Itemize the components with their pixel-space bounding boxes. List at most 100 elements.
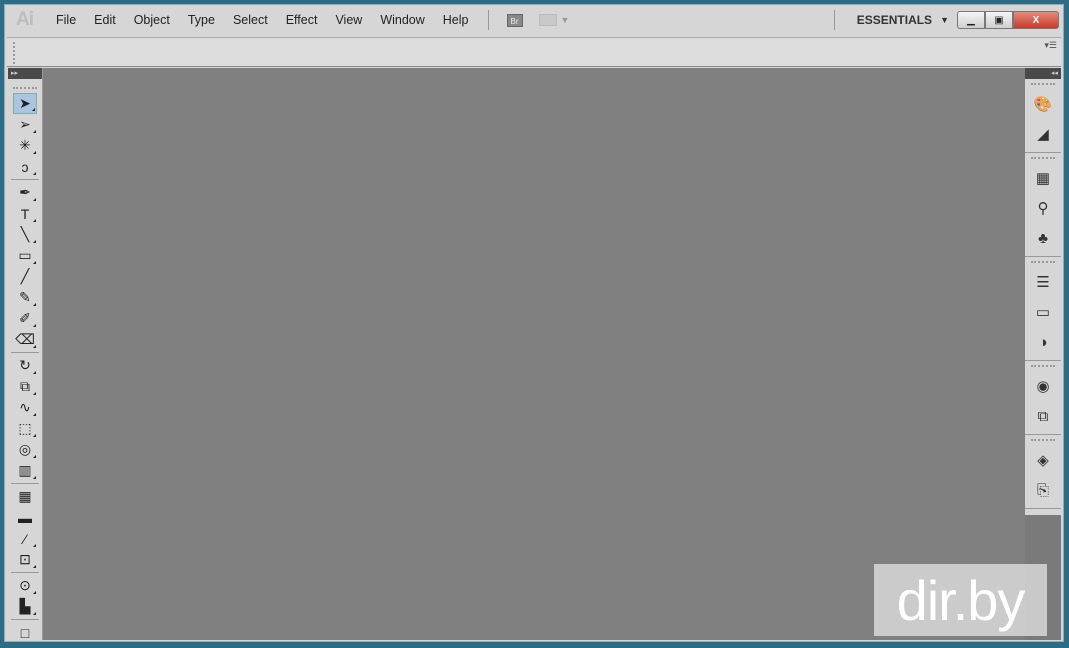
menu-select[interactable]: Select (224, 13, 277, 27)
watermark: dir.by (874, 564, 1047, 636)
maximize-button[interactable]: ▣ (985, 11, 1013, 29)
menu-type[interactable]: Type (179, 13, 224, 27)
transparency-panel-button[interactable]: ◑ (1025, 327, 1061, 357)
perspective-grid-tool[interactable]: ▥ (13, 460, 37, 481)
divider (11, 483, 39, 484)
pen-tool[interactable]: ✒ (13, 182, 37, 203)
divider (833, 10, 835, 30)
color-guide-icon: ◢ (1037, 126, 1049, 143)
canvas-area[interactable] (43, 68, 1025, 640)
artboard-tool[interactable]: □ (13, 622, 37, 643)
menu-effect[interactable]: Effect (277, 13, 327, 27)
close-button[interactable]: X (1013, 11, 1059, 29)
appearance-icon: ◉ (1036, 378, 1050, 395)
rotate-tool[interactable]: ↻ (13, 355, 37, 376)
workspace-switcher[interactable]: ESSENTIALS (857, 13, 932, 27)
app-logo: Ai (16, 9, 34, 30)
shape-builder-tool[interactable]: ◎ (13, 439, 37, 460)
gradient-tool[interactable]: ▬ (13, 507, 37, 528)
column-graph-tool[interactable]: ▙ (13, 596, 37, 617)
shape-builder-icon: ◎ (18, 441, 32, 457)
symbol-sprayer-icon: ⊙ (19, 577, 31, 593)
eyedropper-icon: ⁄ (23, 530, 27, 547)
collapse-panels-button[interactable]: ◂◂ (1025, 68, 1061, 79)
panel-grip[interactable] (1031, 261, 1055, 263)
menu-window[interactable]: Window (371, 13, 433, 27)
bridge-button[interactable]: Br (506, 13, 523, 27)
menu-file[interactable]: File (47, 13, 85, 27)
stroke-panel-button[interactable]: ☰ (1025, 267, 1061, 297)
panel-grip[interactable] (1031, 365, 1055, 367)
brushes-icon: ⚲ (1037, 200, 1049, 217)
mesh-icon: ▦ (18, 488, 32, 504)
tools-panel: ▸▸ ➤ ➢ ✳ ↄ ✒ T ╲ ▭ ╱ ✎ ✐ ⌫ ↻ ⧉ ∿ ⬚ ◎ ▥ ▦ ▬ ⁄ ⊡ ⊙ ▙ □ (8, 68, 43, 643)
menu-bar: Ai File Edit Object Type Select Effect View Win… (5, 5, 1063, 35)
divider (11, 619, 39, 620)
menu-view[interactable]: View (326, 13, 371, 27)
right-panel-dock: ◂◂ 🎨 ◢ ▦ ⚲ ♣ ☰ ▭ ◑ ◉ ⧉ ◈ ⎘ (1025, 68, 1061, 640)
paintbrush-icon: ╱ (20, 268, 30, 284)
mesh-tool[interactable]: ▦ (13, 486, 37, 507)
menu-edit[interactable]: Edit (85, 13, 125, 27)
graphic-styles-icon: ⧉ (1037, 407, 1049, 425)
perspective-grid-icon: ▥ (18, 462, 32, 478)
appearance-panel-button[interactable]: ◉ (1025, 371, 1061, 401)
pen-icon: ✒ (19, 184, 31, 200)
divider (487, 10, 489, 30)
divider (1025, 360, 1061, 361)
paintbrush-tool[interactable]: ╱ (13, 266, 37, 287)
rectangle-icon: ▭ (18, 247, 32, 263)
minimize-button[interactable]: ▁ (957, 11, 985, 29)
scale-tool[interactable]: ⧉ (13, 376, 37, 397)
pencil-icon: ✎ (19, 289, 31, 305)
direct-selection-tool[interactable]: ➢ (13, 114, 37, 135)
panel-grip[interactable] (13, 87, 37, 89)
graphic-styles-panel-button[interactable]: ⧉ (1025, 401, 1061, 431)
swatches-icon: ▦ (1035, 170, 1051, 187)
color-guide-panel-button[interactable]: ◢ (1025, 119, 1061, 149)
panel-grip[interactable] (1031, 157, 1055, 159)
expand-toolbar-button[interactable]: ▸▸ (8, 68, 42, 79)
blend-icon: ⊡ (19, 551, 31, 567)
blend-tool[interactable]: ⊡ (13, 549, 37, 570)
pencil-tool[interactable]: ✎ (13, 287, 37, 308)
rectangle-tool[interactable]: ▭ (13, 245, 37, 266)
panel-grip[interactable] (1031, 83, 1055, 85)
workspace-dropdown-icon[interactable]: ▼ (940, 15, 949, 25)
lasso-tool[interactable]: ↄ (13, 156, 37, 177)
divider (1025, 152, 1061, 153)
illustrator-window: Ai File Edit Object Type Select Effect View Win… (4, 4, 1064, 642)
eyedropper-tool[interactable]: ⁄ (13, 528, 37, 549)
line-segment-icon: ╲ (20, 226, 30, 242)
artboard-icon: □ (20, 624, 30, 641)
selection-tool[interactable]: ➤ (13, 93, 37, 114)
warp-icon: ∿ (19, 399, 31, 415)
panel-grip[interactable] (1031, 439, 1055, 441)
menu-object[interactable]: Object (125, 13, 179, 27)
color-panel-button[interactable]: 🎨 (1025, 89, 1061, 119)
magic-wand-icon: ✳ (19, 137, 31, 153)
panel-menu-icon[interactable]: ▾☰ (1044, 40, 1057, 51)
layers-panel-button[interactable]: ◈ (1025, 445, 1061, 475)
free-transform-tool[interactable]: ⬚ (13, 418, 37, 439)
panel-grip[interactable] (13, 42, 15, 64)
menu-help[interactable]: Help (434, 13, 478, 27)
chevron-down-icon[interactable]: ▼ (561, 15, 570, 25)
warp-tool[interactable]: ∿ (13, 397, 37, 418)
divider (1025, 256, 1061, 257)
line-segment-tool[interactable]: ╲ (13, 224, 37, 245)
divider (11, 179, 39, 180)
symbols-panel-button[interactable]: ♣ (1025, 223, 1061, 253)
type-tool[interactable]: T (13, 203, 37, 224)
gradient-panel-button[interactable]: ▭ (1025, 297, 1061, 327)
brushes-panel-button[interactable]: ⚲ (1025, 193, 1061, 223)
blob-brush-tool[interactable]: ✐ (13, 308, 37, 329)
color-icon: 🎨 (1033, 96, 1053, 113)
symbol-sprayer-tool[interactable]: ⊙ (13, 575, 37, 596)
arrange-documents-button[interactable] (538, 14, 557, 26)
swatches-panel-button[interactable]: ▦ (1025, 163, 1061, 193)
magic-wand-tool[interactable]: ✳ (13, 135, 37, 156)
eraser-tool[interactable]: ⌫ (13, 329, 37, 350)
control-panel: ▾☰ (7, 37, 1061, 67)
artboards-panel-button[interactable]: ⎘ (1025, 475, 1061, 505)
